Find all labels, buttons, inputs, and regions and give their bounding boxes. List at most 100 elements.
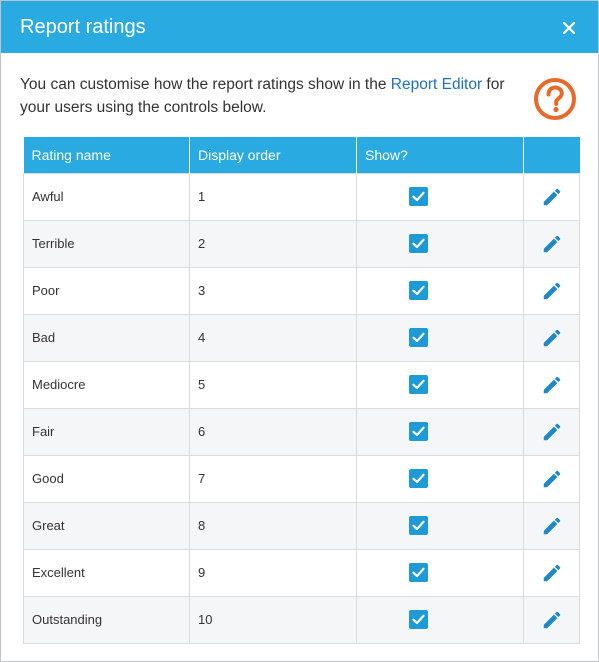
checkmark-icon (412, 520, 425, 531)
edit-button[interactable] (541, 562, 563, 584)
rating-name-cell: Excellent (23, 548, 190, 597)
report-editor-link[interactable]: Report Editor (391, 76, 482, 93)
dialog-title: Report ratings (20, 16, 146, 38)
edit-button[interactable] (541, 233, 563, 255)
pencil-icon (543, 376, 560, 393)
table-row: Terrible 2 (23, 219, 580, 268)
show-checkbox[interactable] (409, 375, 428, 394)
ratings-table: Rating name Display order Show? Awful 1 Te… (23, 137, 580, 644)
rating-name-cell: Good (23, 454, 190, 503)
checkmark-icon (412, 614, 425, 625)
display-order-cell: 1 (189, 172, 357, 221)
edit-cell (523, 172, 580, 221)
show-cell (356, 266, 524, 315)
edit-cell (523, 501, 580, 550)
show-cell (356, 454, 524, 503)
rating-name-cell: Poor (23, 266, 190, 315)
rating-name-cell: Terrible (23, 219, 190, 268)
show-cell (356, 501, 524, 550)
checkmark-icon (412, 379, 425, 390)
checkmark-icon (412, 332, 425, 343)
edit-button[interactable] (541, 327, 563, 349)
display-order-cell: 10 (189, 595, 357, 644)
table-row: Excellent 9 (23, 548, 580, 597)
show-cell (356, 407, 524, 456)
header-actions (523, 137, 580, 173)
table-header-row: Rating name Display order Show? (23, 137, 580, 173)
rating-name-cell: Bad (23, 313, 190, 362)
table-row: Great 8 (23, 501, 580, 550)
edit-button[interactable] (541, 186, 563, 208)
show-checkbox[interactable] (409, 234, 428, 253)
display-order-cell: 3 (189, 266, 357, 315)
pencil-icon (543, 282, 560, 299)
intro-text-before: You can customise how the report ratings… (20, 76, 391, 93)
table-row: Fair 6 (23, 407, 580, 456)
pencil-icon (543, 470, 560, 487)
table-row: Poor 3 (23, 266, 580, 315)
checkmark-icon (412, 238, 425, 249)
show-checkbox[interactable] (409, 281, 428, 300)
pencil-icon (543, 564, 560, 581)
edit-cell (523, 407, 580, 456)
show-checkbox[interactable] (409, 610, 428, 629)
edit-cell (523, 454, 580, 503)
rating-name-cell: Fair (23, 407, 190, 456)
pencil-icon (543, 235, 560, 252)
dialog-header: Report ratings (1, 1, 598, 53)
show-checkbox[interactable] (409, 516, 428, 535)
table-row: Outstanding 10 (23, 595, 580, 644)
header-rating-name: Rating name (23, 137, 190, 173)
table-row: Good 7 (23, 454, 580, 503)
show-cell (356, 360, 524, 409)
edit-cell (523, 313, 580, 362)
edit-button[interactable] (541, 374, 563, 396)
edit-cell (523, 360, 580, 409)
report-ratings-dialog: Report ratings You can customise how the… (0, 0, 599, 662)
checkmark-icon (412, 473, 425, 484)
display-order-cell: 6 (189, 407, 357, 456)
display-order-cell: 7 (189, 454, 357, 503)
table-row: Awful 1 (23, 172, 580, 221)
show-cell (356, 313, 524, 362)
checkmark-icon (412, 285, 425, 296)
edit-button[interactable] (541, 515, 563, 537)
display-order-cell: 8 (189, 501, 357, 550)
show-checkbox[interactable] (409, 563, 428, 582)
close-icon (562, 21, 576, 35)
display-order-cell: 2 (189, 219, 357, 268)
show-cell (356, 172, 524, 221)
help-icon (534, 78, 576, 120)
help-button[interactable] (533, 77, 577, 121)
show-cell (356, 219, 524, 268)
display-order-cell: 4 (189, 313, 357, 362)
table-row: Bad 4 (23, 313, 580, 362)
show-cell (356, 595, 524, 644)
show-checkbox[interactable] (409, 187, 428, 206)
pencil-icon (543, 329, 560, 346)
show-checkbox[interactable] (409, 328, 428, 347)
edit-button[interactable] (541, 609, 563, 631)
checkmark-icon (412, 426, 425, 437)
edit-cell (523, 219, 580, 268)
pencil-icon (543, 611, 560, 628)
show-checkbox[interactable] (409, 469, 428, 488)
pencil-icon (543, 423, 560, 440)
show-checkbox[interactable] (409, 422, 428, 441)
rating-name-cell: Awful (23, 172, 190, 221)
display-order-cell: 9 (189, 548, 357, 597)
edit-cell (523, 595, 580, 644)
header-display-order: Display order (189, 137, 357, 173)
rating-name-cell: Great (23, 501, 190, 550)
edit-button[interactable] (541, 421, 563, 443)
edit-button[interactable] (541, 280, 563, 302)
intro-text: You can customise how the report ratings… (20, 73, 520, 119)
close-button[interactable] (557, 16, 581, 40)
checkmark-icon (412, 191, 425, 202)
pencil-icon (543, 188, 560, 205)
edit-cell (523, 548, 580, 597)
edit-cell (523, 266, 580, 315)
edit-button[interactable] (541, 468, 563, 490)
rating-name-cell: Outstanding (23, 595, 190, 644)
pencil-icon (543, 517, 560, 534)
